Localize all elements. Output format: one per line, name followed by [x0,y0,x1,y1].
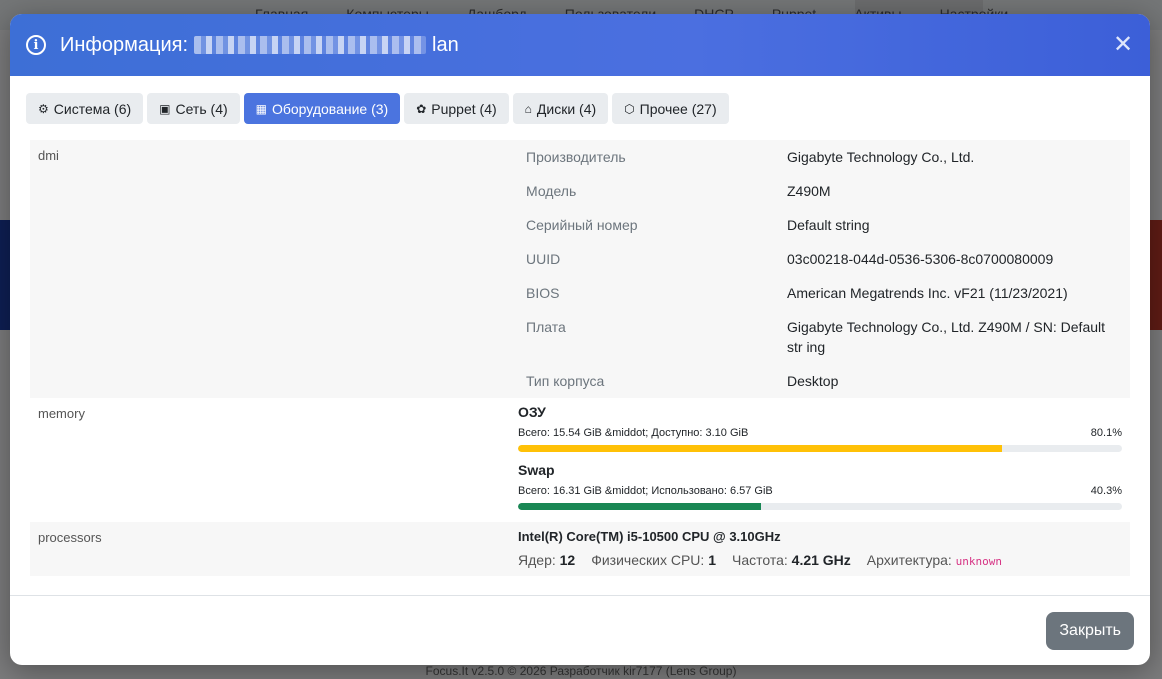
dmi-key: UUID [526,251,561,267]
tab-label: Puppet (4) [431,100,497,117]
dmi-value: Z490M [787,183,831,199]
tab-hardware[interactable]: ▦ Оборудование (3) [243,93,401,124]
section-memory: memory ОЗУ Всего: 15.54 GiB &middot; Дос… [30,398,1130,522]
dmi-value: Gigabyte Technology Co., Ltd. [787,149,975,165]
cpu-name: Intel(R) Core(TM) i5-10500 CPU @ 3.10GHz [518,529,781,544]
dmi-row: UUID 03c00218-044d-0536-5306-8c0700080009 [518,242,1130,276]
footer-divider [10,595,1150,596]
cpu-icon: ⚙ [38,101,49,116]
dmi-key: Производитель [526,149,626,165]
dmi-row: Плата Gigabyte Technology Co., Ltd. Z490M… [518,310,1130,364]
ram-percent: 80.1% [1090,427,1122,439]
dmi-key: Модель [526,183,577,199]
dmi-key: BIOS [526,285,560,301]
ram-progress-bar [518,445,1122,452]
redacted-hostname [194,36,427,54]
dmi-key: Серийный номер [526,217,638,233]
ram-title: ОЗУ [518,404,546,420]
modal-title-suffix: lan [432,33,459,56]
ram-progress-fill [518,445,1002,452]
cpu-frequency: Частота: 4.21 GHz [731,552,851,568]
dmi-row: Серийный номер Default string [518,208,1130,242]
tab-bar: ⚙ Система (6) ▣ Сеть (4) ▦ Оборудование (3) ✿ P… [10,76,1150,124]
swap-line: Всего: 16.31 GiB &middot; Использовано: … [518,485,1122,497]
cpu-details: Ядер: 12 Физических CPU: 1 Частота: 4.21… [518,552,1122,568]
tab-label: Система (6) [53,100,132,117]
ram-line: Всего: 15.54 GiB &middot; Доступно: 3.10… [518,427,1122,439]
dmi-row: Модель Z490M [518,174,1130,208]
puppet-icon: ✿ [416,101,427,116]
dmi-key: Тип корпуса [526,373,605,389]
dmi-value: Desktop [787,373,839,389]
dmi-table: Производитель Gigabyte Technology Co., Lt… [518,140,1130,398]
dmi-row: Тип корпуса Desktop [518,364,1130,398]
tab-label: Диски (4) [536,100,597,117]
swap-text: Всего: 16.31 GiB &middot; Использовано: … [518,485,773,497]
close-icon[interactable]: ✕ [1112,33,1134,57]
close-button[interactable]: Закрыть [1046,612,1134,650]
dmi-row: Производитель Gigabyte Technology Co., Lt… [518,140,1130,174]
swap-title: Swap [518,462,555,478]
swap-progress-fill [518,503,762,510]
hardware-icon: ▦ [255,101,267,116]
box-icon: ⬡ [624,101,635,116]
section-label: dmi [38,148,59,163]
tab-label: Сеть (4) [175,100,228,117]
tab-label: Прочее (27) [639,100,717,117]
section-dmi: dmi Производитель Gigabyte Technology Co.… [30,140,1130,398]
dmi-value: American Megatrends Inc. vF21 (11/23/202… [787,285,1068,301]
tab-label: Оборудование (3) [271,100,389,117]
tab-disk[interactable]: ⌂ Диски (4) [512,93,609,124]
tab-puppet[interactable]: ✿ Puppet (4) [404,93,509,124]
memory-value: ОЗУ Всего: 15.54 GiB &middot; Доступно: … [518,398,1130,522]
cpu-cores: Ядер: 12 [518,552,576,568]
info-icon: i [26,35,46,55]
swap-progress-bar [518,503,1122,510]
section-value: Производитель Gigabyte Technology Co., Lt… [518,140,1130,398]
tab-box[interactable]: ⬡ Прочее (27) [612,93,729,124]
processors-value: Intel(R) Core(TM) i5-10500 CPU @ 3.10GHz… [518,522,1130,576]
hardware-tab-content: dmi Производитель Gigabyte Technology Co.… [30,140,1130,576]
dmi-value: 03c00218-044d-0536-5306-8c0700080009 [787,251,1054,267]
info-modal: i Информация: lan ✕ ⚙ Система (6) ▣ Сеть (4… [10,14,1150,665]
tab-cpu[interactable]: ⚙ Система (6) [26,93,144,124]
cpu-physical: Физических CPU: 1 [591,552,716,568]
dmi-key: Плата [526,319,566,335]
section-label: processors [38,530,102,545]
modal-title: Информация: lan [60,34,459,57]
dmi-value: Gigabyte Technology Co., Ltd. Z490M / SN… [787,319,1106,355]
tab-network[interactable]: ▣ Сеть (4) [147,93,240,124]
cpu-architecture: Архитектура: unknown [866,552,1003,568]
dmi-row: BIOS American Megatrends Inc. vF21 (11/23… [518,276,1130,310]
swap-percent: 40.3% [1090,485,1122,497]
section-label: memory [38,406,85,421]
ram-text: Всего: 15.54 GiB &middot; Доступно: 3.10… [518,427,749,439]
modal-header: i Информация: lan ✕ [10,14,1150,76]
section-processors: processors Intel(R) Core(TM) i5-10500 CP… [30,522,1130,576]
network-icon: ▣ [159,101,171,116]
disk-icon: ⌂ [524,101,532,116]
modal-title-prefix: Информация: [60,33,189,56]
dmi-value: Default string [787,217,870,233]
